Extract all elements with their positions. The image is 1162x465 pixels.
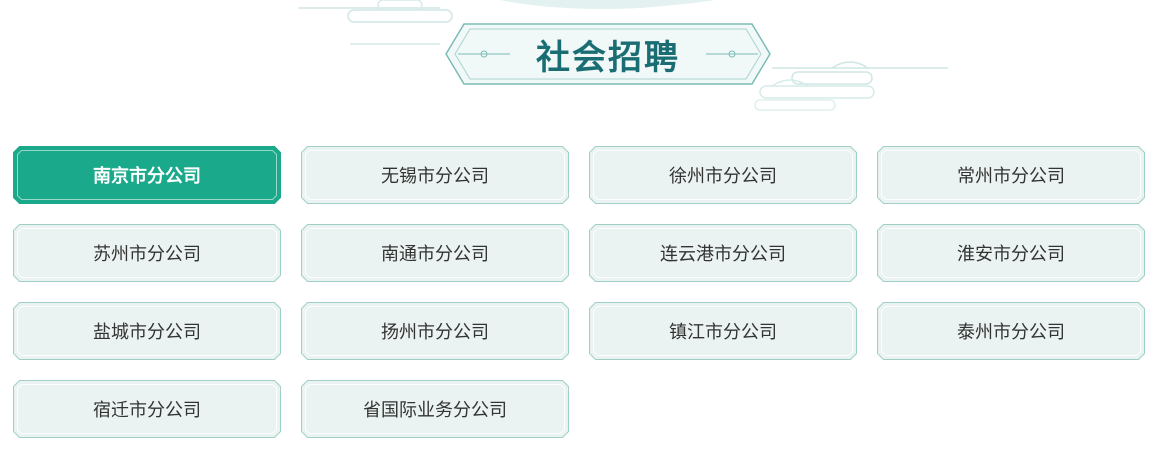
- branch-button-xuzhou[interactable]: 徐州市分公司: [589, 146, 857, 204]
- section-header: 社会招聘: [0, 0, 1162, 120]
- branch-button-taizhou[interactable]: 泰州市分公司: [877, 302, 1145, 360]
- branch-button-yangzhou[interactable]: 扬州市分公司: [301, 302, 569, 360]
- branch-label: 省国际业务分公司: [363, 400, 507, 421]
- branch-label: 淮安市分公司: [957, 244, 1065, 265]
- branch-button-nanjing[interactable]: 南京市分公司: [13, 146, 281, 204]
- branch-label: 常州市分公司: [957, 166, 1065, 187]
- branch-label: 南京市分公司: [93, 166, 201, 187]
- branch-button-lianyungang[interactable]: 连云港市分公司: [589, 224, 857, 282]
- branch-button-international[interactable]: 省国际业务分公司: [301, 380, 569, 438]
- branch-label: 泰州市分公司: [957, 322, 1065, 343]
- branch-label: 盐城市分公司: [93, 322, 201, 343]
- branch-label: 无锡市分公司: [381, 166, 489, 187]
- branch-label: 扬州市分公司: [381, 322, 489, 343]
- branch-button-wuxi[interactable]: 无锡市分公司: [301, 146, 569, 204]
- branch-button-suzhou[interactable]: 苏州市分公司: [13, 224, 281, 282]
- branch-button-yancheng[interactable]: 盐城市分公司: [13, 302, 281, 360]
- branch-label: 南通市分公司: [381, 244, 489, 265]
- branch-grid: 南京市分公司 无锡市分公司 徐州市分公司 常州市分公司 苏州市分公司 南通市分公…: [13, 146, 1146, 438]
- branch-button-changzhou[interactable]: 常州市分公司: [877, 146, 1145, 204]
- branch-label: 苏州市分公司: [93, 244, 201, 265]
- branch-button-suqian[interactable]: 宿迁市分公司: [13, 380, 281, 438]
- branch-button-huaian[interactable]: 淮安市分公司: [877, 224, 1145, 282]
- branch-button-zhenjiang[interactable]: 镇江市分公司: [589, 302, 857, 360]
- branch-label: 镇江市分公司: [669, 322, 777, 343]
- section-title-plaque: 社会招聘: [444, 22, 772, 86]
- branch-label: 连云港市分公司: [660, 244, 786, 265]
- branch-label: 徐州市分公司: [669, 166, 777, 187]
- section-title: 社会招聘: [536, 37, 680, 78]
- branch-label: 宿迁市分公司: [93, 400, 201, 421]
- branch-button-nantong[interactable]: 南通市分公司: [301, 224, 569, 282]
